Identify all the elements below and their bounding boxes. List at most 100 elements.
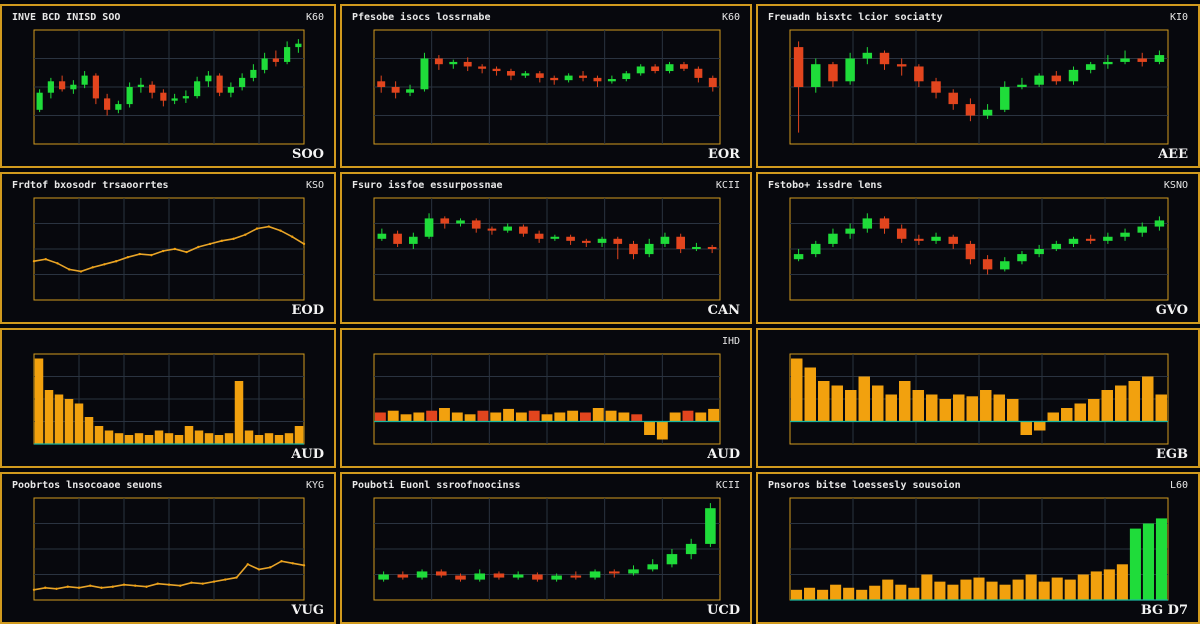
panel-p6[interactable]: Fstobo+ issdre lens KSNO GVO bbox=[756, 172, 1200, 324]
chart-code: KYG bbox=[305, 480, 324, 491]
data-point bbox=[255, 227, 259, 230]
candle bbox=[1085, 64, 1096, 70]
candle bbox=[81, 75, 88, 85]
panel-p12[interactable]: Pnsoros bitse loessesly sousoion L60 BG D7 bbox=[756, 472, 1200, 624]
data-point bbox=[89, 584, 92, 587]
data-point bbox=[55, 587, 58, 590]
data-point bbox=[201, 582, 204, 585]
bar bbox=[184, 426, 194, 444]
bar bbox=[1103, 569, 1115, 600]
candle bbox=[408, 236, 418, 244]
data-point bbox=[122, 583, 126, 586]
bar bbox=[1128, 381, 1140, 422]
bar bbox=[790, 589, 803, 600]
candle bbox=[593, 77, 602, 82]
candle bbox=[705, 508, 716, 544]
bar bbox=[631, 414, 643, 422]
bar bbox=[934, 581, 946, 600]
bar bbox=[1142, 523, 1154, 600]
panel-p7[interactable]: AUD bbox=[0, 328, 336, 468]
data-point bbox=[91, 266, 94, 269]
data-point bbox=[56, 262, 59, 265]
chart-currency: AUD bbox=[291, 447, 324, 462]
data-point bbox=[190, 581, 193, 584]
candle bbox=[377, 81, 386, 87]
panel-p11[interactable]: Pouboti Euonl ssroofnoocinss KCII UCD bbox=[340, 472, 752, 624]
bar bbox=[1038, 581, 1050, 600]
candle bbox=[597, 238, 607, 243]
bar bbox=[400, 414, 412, 422]
candle bbox=[965, 104, 976, 116]
candle bbox=[607, 79, 616, 82]
bar bbox=[869, 585, 881, 600]
candle bbox=[879, 218, 890, 229]
candle bbox=[182, 96, 189, 99]
panel-p2[interactable]: Pfesobe isocs lossrnabe K60 EOR bbox=[340, 4, 752, 168]
bar bbox=[921, 574, 933, 600]
candle bbox=[160, 92, 167, 101]
bar bbox=[567, 410, 579, 422]
candle bbox=[463, 61, 472, 67]
bar bbox=[1088, 399, 1100, 422]
bar bbox=[464, 414, 476, 422]
panel-p4[interactable]: Frdtof bxosodr trsaoorrtes KSO EOD bbox=[0, 172, 336, 324]
chart-plot bbox=[789, 197, 1169, 301]
bar bbox=[1007, 399, 1019, 422]
data-point bbox=[224, 578, 227, 581]
bar bbox=[124, 435, 134, 444]
candle bbox=[828, 233, 838, 244]
data-point bbox=[103, 263, 106, 266]
candle bbox=[149, 84, 156, 93]
bar bbox=[804, 587, 816, 600]
data-point bbox=[173, 247, 177, 251]
data-point bbox=[291, 562, 294, 565]
bar bbox=[44, 390, 54, 444]
chart-plot bbox=[373, 353, 721, 445]
panel-p3[interactable]: Freuadn bisxtc lcior sociatty KI0 AEE bbox=[756, 4, 1200, 168]
panel-p10[interactable]: Poobrtos lnsocoaoe seuons KYG VUG bbox=[0, 472, 336, 624]
data-point bbox=[291, 235, 294, 238]
bar bbox=[84, 417, 94, 444]
candle bbox=[493, 573, 505, 578]
data-point bbox=[68, 268, 71, 271]
bar bbox=[503, 408, 515, 422]
data-point bbox=[232, 237, 235, 240]
data-point bbox=[44, 258, 47, 261]
chart-plot bbox=[373, 29, 721, 145]
bar bbox=[294, 426, 304, 444]
candle bbox=[608, 571, 620, 574]
candle bbox=[896, 64, 907, 67]
bar bbox=[999, 584, 1011, 600]
data-point bbox=[279, 229, 282, 232]
candle bbox=[59, 81, 66, 90]
panel-p9[interactable]: EGB bbox=[756, 328, 1200, 468]
bar bbox=[1025, 574, 1037, 600]
candle bbox=[551, 575, 562, 580]
chart-currency: AEE bbox=[1158, 147, 1188, 162]
panel-p5[interactable]: Fsuro issfoe essurpossnae KCII CAN bbox=[340, 172, 752, 324]
candle bbox=[862, 52, 873, 59]
data-point bbox=[302, 242, 306, 246]
candle bbox=[982, 259, 993, 270]
candle bbox=[828, 64, 838, 82]
candle bbox=[914, 66, 924, 82]
bar bbox=[1155, 518, 1168, 600]
panel-p1[interactable]: INVE BCD INISD SOO K60 SOO bbox=[0, 4, 336, 168]
bar bbox=[791, 358, 803, 422]
data-point bbox=[111, 585, 114, 588]
chart-title: Pnsoros bitse loessesly sousoion bbox=[768, 480, 961, 491]
bar bbox=[34, 358, 44, 444]
panel-p8[interactable]: IHD AUD bbox=[340, 328, 752, 468]
candle bbox=[566, 236, 575, 241]
data-point bbox=[235, 576, 238, 579]
candle bbox=[1051, 75, 1062, 82]
bar bbox=[1047, 412, 1059, 422]
data-point bbox=[145, 585, 148, 588]
bar bbox=[644, 421, 655, 435]
chart-plot bbox=[32, 497, 306, 601]
candle bbox=[660, 236, 670, 244]
chart-code: KCII bbox=[715, 480, 740, 491]
candle bbox=[47, 81, 54, 93]
bar bbox=[64, 399, 74, 444]
candle bbox=[261, 58, 268, 70]
